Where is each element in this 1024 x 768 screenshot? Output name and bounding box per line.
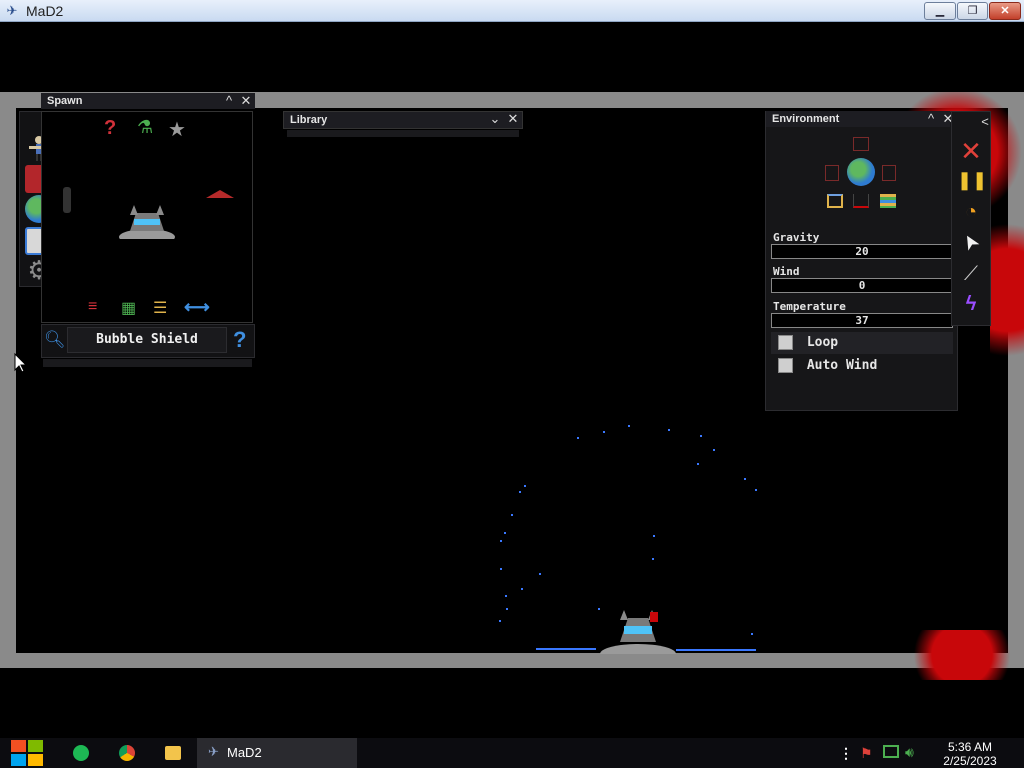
spawn-collapse-button[interactable]: ^ [221, 93, 237, 109]
temperature-label: Temperature [773, 300, 846, 313]
selected-item-name: Bubble Shield [67, 327, 227, 353]
chrome-icon[interactable] [119, 745, 135, 761]
volume-icon[interactable]: 🔊︎ [905, 744, 914, 761]
maximize-button[interactable]: ❐ [957, 2, 988, 20]
taskbar-app-label: MaD2 [227, 745, 262, 760]
window-titlebar[interactable] [0, 0, 1024, 22]
auto-wind-checkbox[interactable] [778, 358, 793, 373]
close-window-button[interactable]: ✕ [989, 2, 1021, 20]
mad2-taskbar-icon: ✈ [208, 744, 219, 759]
app-icon: ✈ [6, 3, 18, 18]
sliders-icon[interactable]: ≡ [88, 298, 97, 316]
gravity-label: Gravity [773, 231, 820, 244]
loop-checkbox-row[interactable]: Loop [771, 332, 953, 354]
map-top-icon[interactable] [853, 137, 869, 151]
minimize-button[interactable]: ▁ [924, 2, 956, 20]
library-close-button[interactable]: ✕ [505, 111, 521, 127]
spawn-close-button[interactable]: ✕ [238, 93, 254, 109]
map-floor-icon[interactable] [853, 194, 869, 208]
lightning-icon[interactable]: ϟ [957, 290, 985, 318]
swap-icon[interactable]: ⟷ [184, 297, 210, 318]
overflow-menu-icon[interactable]: ⋮ [839, 745, 853, 762]
library-dropdown-button[interactable]: ⌄ [487, 111, 503, 127]
start-button[interactable] [10, 738, 44, 768]
flag-icon[interactable]: ⚑ [860, 745, 873, 762]
player-ship[interactable] [598, 606, 678, 654]
spotify-icon[interactable] [73, 745, 89, 761]
map-right-icon[interactable] [882, 165, 896, 181]
map-left-icon[interactable] [825, 165, 839, 181]
loop-label: Loop [806, 335, 839, 350]
wind-slider[interactable]: 0 [771, 278, 953, 293]
network-icon[interactable] [883, 745, 899, 758]
star-icon[interactable]: ★ [168, 117, 186, 142]
bubble-shield-item[interactable] [118, 205, 176, 239]
map-globe-icon[interactable] [847, 158, 875, 186]
wind-label: Wind [773, 265, 800, 278]
spawn-panel-title: Spawn [47, 95, 83, 107]
folder-icon[interactable] [165, 746, 181, 760]
loop-checkbox[interactable] [778, 335, 793, 350]
environment-panel-title: Environment [772, 113, 840, 125]
auto-wind-label: Auto Wind [806, 358, 878, 373]
knife-icon[interactable]: ⟋ [957, 260, 985, 288]
toolbar-collapse-button[interactable]: < [977, 114, 993, 130]
clock-date[interactable]: 2/25/2023 [930, 754, 1010, 768]
map-layers-icon[interactable] [880, 194, 896, 208]
spawn-scroll-handle[interactable] [63, 187, 71, 213]
auto-wind-checkbox-row[interactable]: Auto Wind [771, 355, 953, 377]
environment-collapse-button[interactable]: ^ [923, 111, 939, 127]
search-icon[interactable]: 🔍︎ [44, 330, 66, 350]
delete-x-icon[interactable]: ✕ [957, 137, 985, 165]
pause-icon[interactable]: ❚❚ [957, 166, 987, 194]
help-icon[interactable]: ? [233, 327, 246, 353]
taskbar-app-mad2[interactable] [197, 738, 357, 768]
gravity-slider[interactable]: 20 [771, 244, 953, 259]
list-icon[interactable]: ☰ [153, 298, 167, 318]
question-icon[interactable]: ? [104, 117, 116, 140]
clock-time[interactable]: 5:36 AM [930, 740, 1010, 754]
library-panel-title: Library [290, 114, 328, 126]
library-panel-body [287, 130, 519, 137]
red-cone-item[interactable] [206, 189, 234, 199]
map-box-icon[interactable] [827, 194, 843, 208]
window-title: MaD2 [26, 3, 64, 19]
stopwatch-icon[interactable]: ◔ [957, 198, 985, 226]
flask-icon[interactable]: ⚗ [137, 117, 153, 138]
spawn-panel-footer [43, 359, 252, 367]
temperature-slider[interactable]: 37 [771, 313, 953, 328]
grid-icon[interactable]: ▦ [121, 298, 136, 318]
mouse-pointer-icon [14, 353, 28, 373]
